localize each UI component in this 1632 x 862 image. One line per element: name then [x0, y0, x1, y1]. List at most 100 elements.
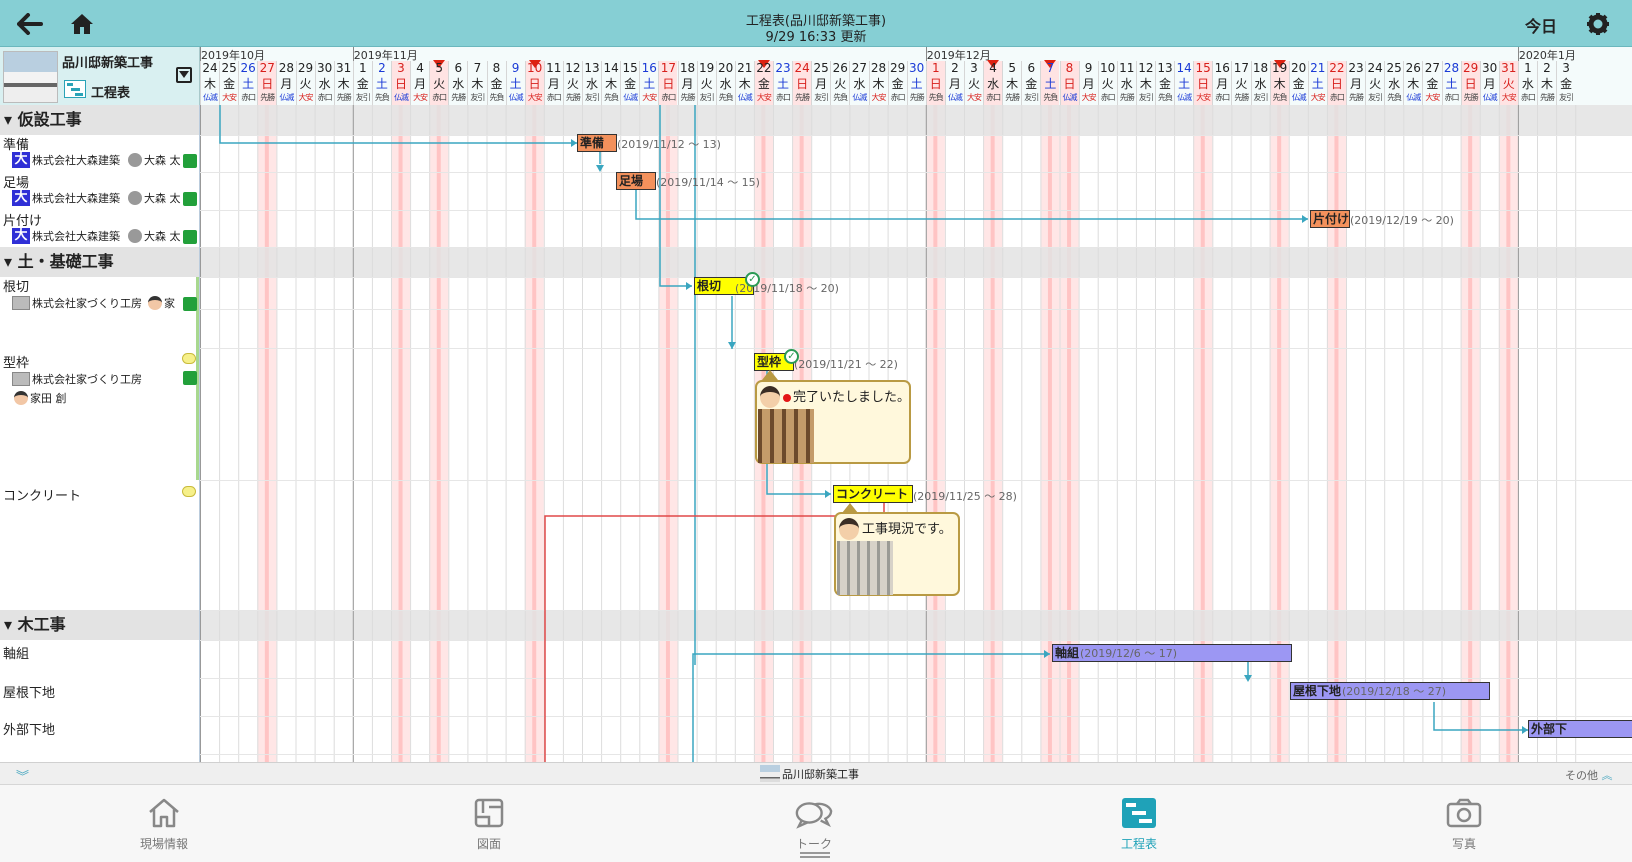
task-name-katawaku[interactable]: 型枠: [3, 352, 29, 371]
day-number[interactable]: 4: [410, 61, 430, 75]
comment-photo[interactable]: [758, 409, 814, 463]
day-number[interactable]: 23: [773, 61, 793, 75]
day-number[interactable]: 7: [467, 61, 487, 75]
schedule-detail-icon[interactable]: [183, 154, 197, 168]
project-cell[interactable]: 品川邸新築工事 工程表: [0, 47, 200, 105]
day-number[interactable]: 8: [487, 61, 507, 75]
today-button[interactable]: 今日: [1525, 13, 1557, 37]
day-number[interactable]: 13: [582, 61, 602, 75]
schedule-detail-icon[interactable]: [183, 230, 197, 244]
day-number[interactable]: 20: [1289, 61, 1309, 75]
day-number[interactable]: 19: [1270, 61, 1290, 75]
day-number[interactable]: 16: [639, 61, 659, 75]
day-number[interactable]: 1: [353, 61, 373, 75]
back-arrow-icon[interactable]: [14, 8, 46, 40]
home-icon[interactable]: [66, 8, 98, 40]
day-number[interactable]: 29: [1461, 61, 1481, 75]
day-number[interactable]: 30: [907, 61, 927, 75]
day-number[interactable]: 5: [429, 61, 449, 75]
schedule-detail-icon[interactable]: [183, 371, 197, 385]
day-number[interactable]: 26: [238, 61, 258, 75]
comment-icon[interactable]: [182, 486, 196, 497]
day-number[interactable]: 8: [1060, 61, 1080, 75]
day-number[interactable]: 16: [1212, 61, 1232, 75]
day-number[interactable]: 13: [1155, 61, 1175, 75]
day-number[interactable]: 5: [1002, 61, 1022, 75]
day-number[interactable]: 31: [334, 61, 354, 75]
task-bar-junbi[interactable]: 準備: [577, 134, 617, 152]
gantt-chart-area[interactable]: 準備 (2019/11/12 ～ 13) 足場 (2019/11/14 ～ 15…: [200, 105, 1632, 762]
day-number[interactable]: 17: [658, 61, 678, 75]
drag-handle[interactable]: [800, 852, 830, 858]
day-number[interactable]: 23: [1346, 61, 1366, 75]
day-number[interactable]: 24: [1365, 61, 1385, 75]
comment-popup-katawaku[interactable]: 完了いたしました。: [755, 380, 911, 464]
day-number[interactable]: 12: [1136, 61, 1156, 75]
day-number[interactable]: 1: [926, 61, 946, 75]
day-number[interactable]: 30: [1480, 61, 1500, 75]
day-number[interactable]: 21: [1308, 61, 1328, 75]
day-number[interactable]: 25: [219, 61, 239, 75]
day-number[interactable]: 2: [372, 61, 392, 75]
task-bar-katazuke[interactable]: 片付け: [1310, 210, 1350, 228]
day-number[interactable]: 29: [296, 61, 316, 75]
day-number[interactable]: 30: [315, 61, 335, 75]
day-number[interactable]: 14: [601, 61, 621, 75]
day-number[interactable]: 27: [257, 61, 277, 75]
day-number[interactable]: 6: [448, 61, 468, 75]
day-number[interactable]: 15: [1193, 61, 1213, 75]
group-header-doki[interactable]: ▾ 土・基礎工事: [0, 247, 199, 277]
day-number[interactable]: 14: [1174, 61, 1194, 75]
group-header-mokko[interactable]: ▾ 木工事: [0, 610, 199, 640]
day-number[interactable]: 31: [1499, 61, 1519, 75]
day-number[interactable]: 20: [716, 61, 736, 75]
tab-photos[interactable]: 写真: [1404, 795, 1524, 852]
day-number[interactable]: 26: [830, 61, 850, 75]
day-number[interactable]: 18: [678, 61, 698, 75]
task-bar-gaibu[interactable]: 外部下: [1528, 720, 1632, 738]
day-number[interactable]: 28: [276, 61, 296, 75]
current-project[interactable]: 品川邸新築工事: [760, 765, 859, 782]
day-number[interactable]: 11: [1117, 61, 1137, 75]
day-number[interactable]: 2: [1537, 61, 1557, 75]
dropdown-icon[interactable]: [176, 67, 192, 83]
day-number[interactable]: 10: [525, 61, 545, 75]
day-number[interactable]: 27: [1422, 61, 1442, 75]
task-name-negiri[interactable]: 根切: [3, 276, 29, 295]
day-number[interactable]: 6: [1021, 61, 1041, 75]
day-number[interactable]: 3: [964, 61, 984, 75]
day-number[interactable]: 24: [792, 61, 812, 75]
task-name-concrete[interactable]: コンクリート: [3, 485, 81, 504]
day-number[interactable]: 25: [1384, 61, 1404, 75]
schedule-detail-icon[interactable]: [183, 297, 197, 311]
task-name-ashiba[interactable]: 足場: [3, 172, 29, 191]
day-number[interactable]: 24: [200, 61, 220, 75]
day-number[interactable]: 22: [1327, 61, 1347, 75]
day-number[interactable]: 9: [1079, 61, 1099, 75]
task-bar-ashiba[interactable]: 足場: [616, 172, 656, 190]
comment-photo[interactable]: [837, 541, 893, 595]
task-name-jikugumi[interactable]: 軸組: [3, 643, 29, 662]
day-number[interactable]: 26: [1403, 61, 1423, 75]
tab-drawings[interactable]: 図面: [429, 795, 549, 852]
comment-icon[interactable]: [182, 353, 196, 364]
schedule-detail-icon[interactable]: [183, 192, 197, 206]
day-number[interactable]: 18: [1251, 61, 1271, 75]
day-number[interactable]: 3: [1556, 61, 1576, 75]
day-number[interactable]: 11: [544, 61, 564, 75]
task-name-junbi[interactable]: 準備: [3, 134, 29, 153]
day-number[interactable]: 28: [869, 61, 889, 75]
expand-chevron-icon[interactable]: ︾: [16, 766, 29, 785]
task-bar-concrete[interactable]: コンクリート: [833, 485, 913, 503]
day-number[interactable]: 3: [391, 61, 411, 75]
day-number[interactable]: 1: [1518, 61, 1538, 75]
day-number[interactable]: 12: [563, 61, 583, 75]
day-number[interactable]: 9: [506, 61, 526, 75]
day-number[interactable]: 28: [1442, 61, 1462, 75]
comment-popup-concrete[interactable]: 工事現況です。: [834, 512, 960, 596]
day-number[interactable]: 25: [811, 61, 831, 75]
day-number[interactable]: 29: [888, 61, 908, 75]
tab-talk[interactable]: トーク: [754, 795, 874, 852]
tab-schedule[interactable]: 工程表: [1079, 795, 1199, 852]
group-header-kasetsu[interactable]: ▾ 仮設工事: [0, 105, 199, 135]
